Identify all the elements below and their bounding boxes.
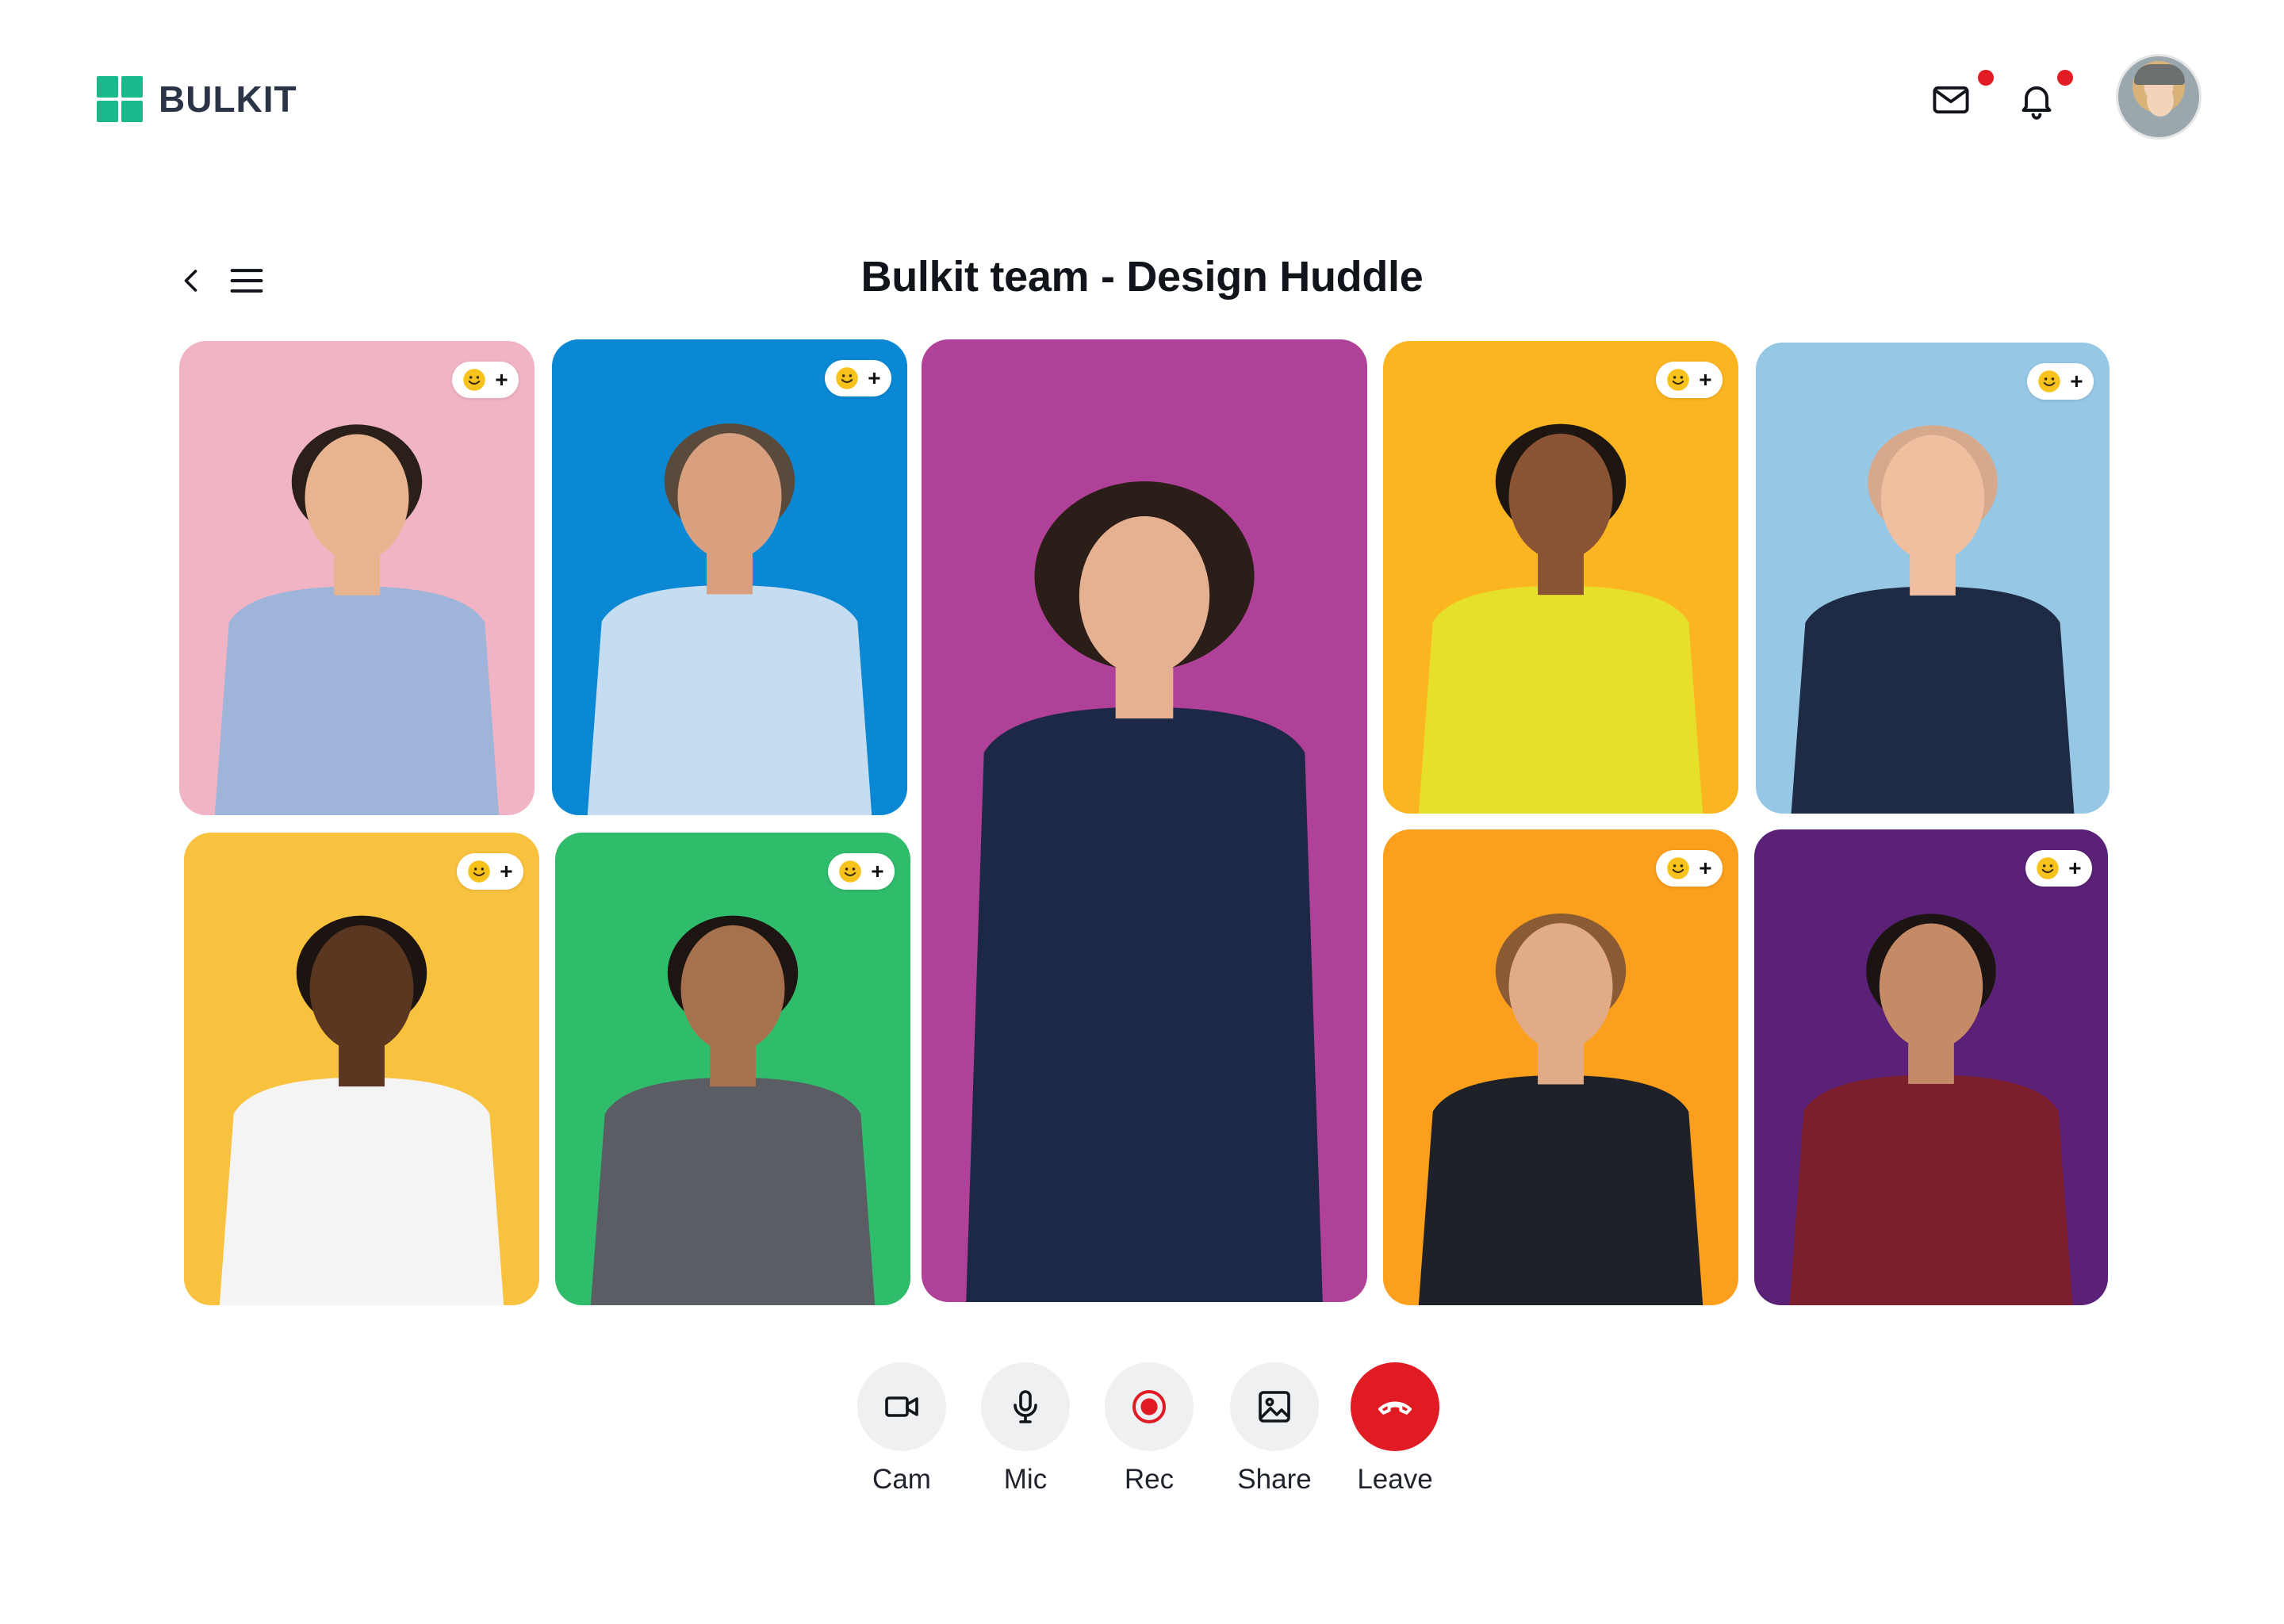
- participant-tile[interactable]: +: [1756, 343, 2110, 814]
- participant-face: [309, 925, 414, 1052]
- participant-body: [587, 585, 872, 815]
- smiley-icon: [836, 367, 859, 389]
- add-reaction-button[interactable]: +: [825, 360, 891, 396]
- rec-control[interactable]: Rec: [1105, 1362, 1194, 1496]
- participant-tile[interactable]: +: [1383, 829, 1738, 1305]
- participant-face: [680, 925, 785, 1052]
- participant-video: [587, 423, 872, 815]
- plus-icon: +: [2068, 856, 2082, 880]
- brand-name: BULKIT: [159, 79, 297, 120]
- participant-tile[interactable]: +: [1754, 829, 2108, 1305]
- participant-body: [219, 1077, 504, 1305]
- participant-face: [677, 433, 782, 561]
- mic-label: Mic: [1003, 1464, 1048, 1495]
- smiley-icon: [468, 860, 491, 883]
- phone-hangup-icon: [1378, 1401, 1412, 1415]
- participant-video: [1418, 423, 1703, 814]
- plus-icon: +: [871, 859, 884, 883]
- participant-face: [305, 434, 409, 561]
- mail-icon: [1933, 86, 1969, 114]
- plus-icon: +: [2070, 369, 2083, 393]
- notification-unread-dot: [2057, 70, 2073, 86]
- cam-control[interactable]: Cam: [857, 1362, 946, 1496]
- participant-tile[interactable]: +: [552, 339, 907, 815]
- add-reaction-button[interactable]: +: [452, 362, 519, 398]
- plus-icon: +: [495, 367, 508, 392]
- leave-label: Leave: [1357, 1464, 1433, 1495]
- smiley-icon: [1667, 857, 1690, 879]
- add-reaction-button[interactable]: +: [2025, 850, 2092, 887]
- participant-tile-featured[interactable]: [922, 339, 1367, 1302]
- meeting-title: Bulkit team - Design Huddle: [860, 253, 1424, 301]
- participant-face: [1508, 923, 1613, 1051]
- notifications-button[interactable]: [2013, 76, 2060, 124]
- smiley-icon: [2037, 857, 2060, 879]
- bell-icon: [2021, 86, 2052, 120]
- mail-unread-dot: [1978, 70, 1994, 86]
- participant-body: [1418, 1075, 1703, 1305]
- participant-face: [1879, 923, 1983, 1050]
- plus-icon: +: [1699, 856, 1712, 880]
- participant-video: [1418, 913, 1703, 1305]
- participant-body: [1791, 586, 2075, 814]
- add-reaction-button[interactable]: +: [1656, 362, 1723, 398]
- mail-button[interactable]: [1927, 76, 1975, 124]
- participant-body: [1418, 585, 1703, 814]
- participant-video: [590, 915, 876, 1305]
- share-button[interactable]: [1230, 1362, 1319, 1451]
- add-reaction-button[interactable]: +: [828, 853, 895, 890]
- leave-button[interactable]: [1351, 1362, 1439, 1451]
- cam-button[interactable]: [857, 1362, 946, 1451]
- rec-label: Rec: [1124, 1464, 1175, 1495]
- mic-control[interactable]: Mic: [981, 1362, 1070, 1496]
- participant-tile[interactable]: +: [555, 833, 910, 1305]
- plus-icon: +: [1699, 367, 1712, 392]
- participant-face: [1880, 435, 1985, 561]
- video-camera-icon: [885, 1396, 918, 1417]
- participant-body: [1789, 1074, 2073, 1305]
- participant-body: [590, 1077, 876, 1305]
- smiley-icon: [2038, 370, 2061, 393]
- share-control[interactable]: Share: [1230, 1362, 1319, 1496]
- participant-body: [966, 707, 1323, 1302]
- cam-label: Cam: [872, 1464, 931, 1495]
- participant-tile[interactable]: +: [184, 833, 539, 1305]
- microphone-icon: [1014, 1390, 1037, 1423]
- brand-logo[interactable]: BULKIT: [97, 76, 297, 122]
- participant-tile[interactable]: +: [1383, 341, 1738, 814]
- participant-video: [219, 915, 504, 1305]
- user-avatar[interactable]: [2116, 54, 2202, 140]
- participant-body: [214, 586, 500, 815]
- image-icon: [1259, 1391, 1290, 1423]
- participant-face: [1079, 515, 1210, 676]
- plus-icon: +: [500, 859, 513, 883]
- add-reaction-button[interactable]: +: [457, 853, 523, 890]
- participant-tile[interactable]: +: [179, 341, 535, 815]
- rec-button[interactable]: [1105, 1362, 1194, 1451]
- record-icon: [1132, 1390, 1166, 1423]
- leave-control[interactable]: Leave: [1351, 1362, 1439, 1496]
- participant-video: [1789, 914, 2073, 1305]
- participant-video: [966, 481, 1323, 1302]
- logo-mark-icon: [97, 76, 143, 122]
- share-label: Share: [1237, 1464, 1312, 1495]
- smiley-icon: [463, 369, 486, 391]
- smiley-icon: [1667, 369, 1690, 391]
- plus-icon: +: [868, 366, 881, 390]
- participant-video: [1791, 425, 2075, 814]
- mic-button[interactable]: [981, 1362, 1070, 1451]
- add-reaction-button[interactable]: +: [2027, 363, 2094, 400]
- participant-face: [1508, 433, 1613, 561]
- smiley-icon: [839, 860, 862, 883]
- participant-video: [214, 424, 500, 815]
- add-reaction-button[interactable]: +: [1656, 850, 1723, 887]
